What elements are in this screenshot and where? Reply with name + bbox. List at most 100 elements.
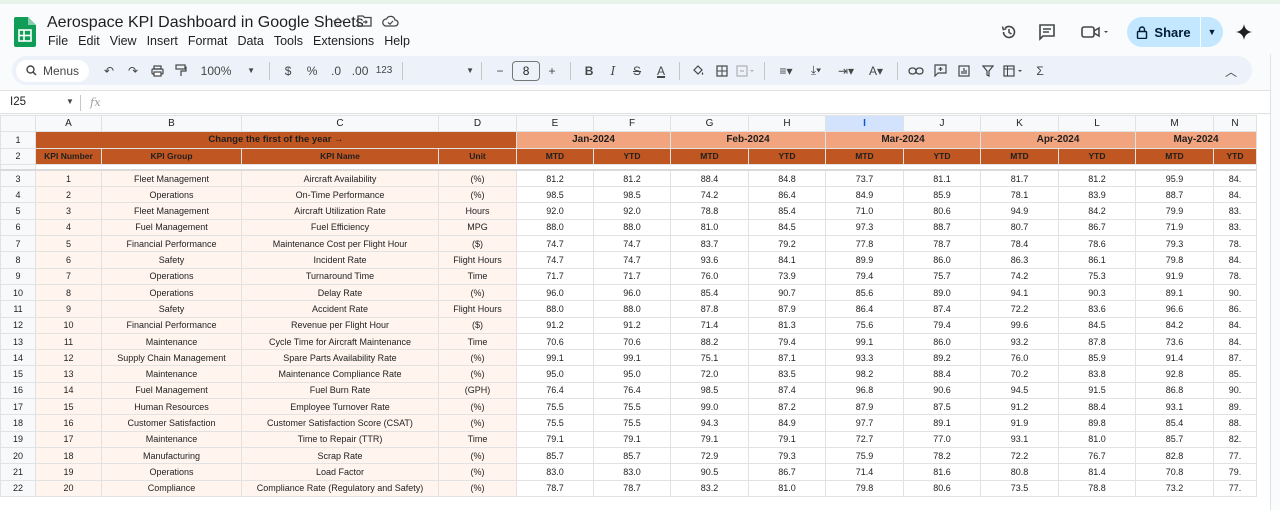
ytd-value-cell[interactable]: 79. [1213, 463, 1257, 481]
ytd-value-cell[interactable]: 75.7 [903, 267, 981, 285]
kpi-number-cell[interactable]: 15 [35, 398, 102, 416]
vertical-align-icon[interactable]: ⤓▾ [802, 60, 830, 82]
ytd-value-cell[interactable]: 86. [1213, 300, 1257, 318]
ytd-header[interactable]: YTD [903, 147, 981, 165]
ytd-value-cell[interactable]: 71.7 [593, 267, 671, 285]
mtd-value-cell[interactable]: 99.0 [670, 398, 749, 416]
strikethrough-icon[interactable]: S [626, 60, 648, 82]
mtd-value-cell[interactable]: 71.7 [516, 267, 594, 285]
mtd-value-cell[interactable]: 79.3 [1135, 235, 1214, 253]
kpi-group-cell[interactable]: Fuel Management [101, 218, 242, 237]
ytd-header[interactable]: YTD [1058, 147, 1136, 165]
ytd-value-cell[interactable]: 76.7 [1058, 446, 1136, 465]
ytd-value-cell[interactable]: 89.1 [903, 414, 981, 432]
share-button[interactable]: Share ▼ [1127, 17, 1223, 47]
kpi-name-cell[interactable]: Load Factor [241, 463, 439, 481]
mtd-value-cell[interactable]: 87.9 [825, 398, 904, 416]
ytd-value-cell[interactable]: 81.3 [748, 316, 826, 334]
month-header[interactable]: Feb-2024 [670, 131, 826, 149]
kpi-name-cell[interactable]: Aircraft Utilization Rate [241, 202, 439, 220]
mtd-value-cell[interactable]: 83.0 [516, 463, 594, 481]
kpi-name-cell[interactable]: Incident Rate [241, 251, 439, 269]
month-header[interactable]: Apr-2024 [980, 131, 1136, 149]
mtd-value-cell[interactable]: 72.9 [670, 446, 749, 465]
mtd-value-cell[interactable]: 81.0 [670, 218, 749, 237]
menu-view[interactable]: View [105, 34, 142, 48]
ytd-value-cell[interactable]: 88.4 [1058, 398, 1136, 416]
mtd-value-cell[interactable]: 74.7 [516, 251, 594, 269]
kpi-number-cell[interactable]: 5 [35, 235, 102, 253]
unit-cell[interactable]: (%) [438, 283, 517, 302]
column-header[interactable]: B [101, 115, 242, 133]
mtd-header[interactable]: MTD [825, 147, 904, 165]
mtd-value-cell[interactable]: 93.1 [980, 430, 1059, 448]
mtd-value-cell[interactable]: 83.2 [670, 479, 749, 497]
ytd-value-cell[interactable]: 83.9 [1058, 186, 1136, 204]
mtd-value-cell[interactable]: 87.8 [670, 300, 749, 318]
row-header[interactable]: 8 [0, 251, 36, 269]
kpi-name-cell[interactable]: Aircraft Availability [241, 169, 439, 188]
ytd-value-cell[interactable]: 75.3 [1058, 267, 1136, 285]
column-header[interactable]: E [516, 115, 594, 133]
ytd-value-cell[interactable]: 85.4 [748, 202, 826, 220]
kpi-name-cell[interactable]: Scrap Rate [241, 446, 439, 465]
ytd-value-cell[interactable]: 79.4 [748, 332, 826, 351]
ytd-value-cell[interactable]: 70.6 [593, 332, 671, 351]
mtd-value-cell[interactable]: 70.2 [980, 365, 1059, 383]
ytd-value-cell[interactable]: 84. [1213, 251, 1257, 269]
font-size-increase-icon[interactable]: + [541, 60, 563, 82]
currency-format-button[interactable]: $ [277, 60, 299, 82]
paint-format-icon[interactable] [170, 60, 192, 82]
kpi-name-cell[interactable]: Customer Satisfaction Score (CSAT) [241, 414, 439, 432]
kpi-number-cell[interactable]: 4 [35, 218, 102, 237]
mtd-value-cell[interactable]: 83.7 [670, 235, 749, 253]
row-header[interactable]: 1 [0, 131, 36, 149]
name-box-dropdown-icon[interactable]: ▼ [66, 97, 74, 106]
kpi-name-cell[interactable]: Compliance Rate (Regulatory and Safety) [241, 479, 439, 497]
ytd-value-cell[interactable]: 79.1 [748, 430, 826, 448]
mtd-value-cell[interactable]: 76.0 [980, 349, 1059, 367]
google-sheets-logo-icon[interactable] [14, 17, 36, 47]
kpi-name-cell[interactable]: Spare Parts Availability Rate [241, 349, 439, 367]
bold-icon[interactable]: B [578, 60, 600, 82]
mtd-value-cell[interactable]: 72.0 [670, 365, 749, 383]
month-header[interactable]: May-2024 [1135, 131, 1257, 149]
mtd-value-cell[interactable]: 94.9 [980, 202, 1059, 220]
mtd-value-cell[interactable]: 88.4 [670, 169, 749, 188]
menu-insert[interactable]: Insert [142, 34, 183, 48]
change-year-banner[interactable]: Change the first of the year → [35, 131, 517, 149]
comment-icon[interactable] [1034, 16, 1060, 48]
kpi-number-cell[interactable]: 10 [35, 316, 102, 334]
ytd-value-cell[interactable]: 90.6 [903, 381, 981, 400]
ytd-value-cell[interactable]: 83.6 [1058, 300, 1136, 318]
collapse-toolbar-icon[interactable]: ︿ [1225, 63, 1237, 80]
mtd-value-cell[interactable]: 95.0 [516, 365, 594, 383]
kpi-group-cell[interactable]: Financial Performance [101, 235, 242, 253]
kpi-number-cell[interactable]: 11 [35, 332, 102, 351]
unit-cell[interactable]: ($) [438, 316, 517, 334]
mtd-value-cell[interactable]: 86.4 [825, 300, 904, 318]
mtd-value-cell[interactable]: 91.9 [1135, 267, 1214, 285]
menu-data[interactable]: Data [232, 34, 268, 48]
unit-cell[interactable]: (%) [438, 446, 517, 465]
ytd-value-cell[interactable]: 77. [1213, 446, 1257, 465]
redo-icon[interactable]: ↷ [122, 60, 144, 82]
mtd-value-cell[interactable]: 71.4 [825, 463, 904, 481]
mtd-value-cell[interactable]: 72.2 [980, 300, 1059, 318]
kpi-group-cell[interactable]: Financial Performance [101, 316, 242, 334]
ytd-value-cell[interactable]: 79.4 [903, 316, 981, 334]
mtd-value-cell[interactable]: 91.4 [1135, 349, 1214, 367]
unit-header[interactable]: Unit [438, 147, 517, 165]
mtd-value-cell[interactable]: 71.4 [670, 316, 749, 334]
kpi-number-cell[interactable]: 19 [35, 463, 102, 481]
mtd-value-cell[interactable]: 88.0 [516, 300, 594, 318]
unit-cell[interactable]: (%) [438, 414, 517, 432]
kpi-group-cell[interactable]: Fuel Management [101, 381, 242, 400]
mtd-value-cell[interactable]: 99.1 [825, 332, 904, 351]
select-all-corner[interactable] [0, 115, 36, 133]
ytd-value-cell[interactable]: 87.9 [748, 300, 826, 318]
ytd-value-cell[interactable]: 90. [1213, 381, 1257, 400]
kpi-number-cell[interactable]: 14 [35, 381, 102, 400]
row-header[interactable]: 11 [0, 300, 36, 318]
mtd-value-cell[interactable]: 78.7 [516, 479, 594, 497]
